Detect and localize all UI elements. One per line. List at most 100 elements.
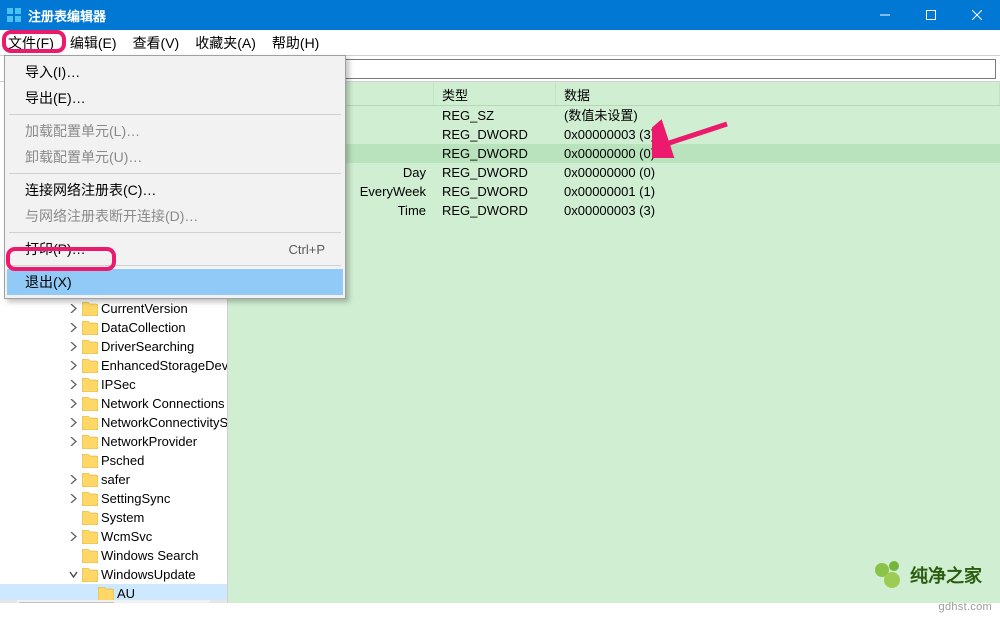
menu-separator: [9, 173, 341, 174]
value-type-cell: REG_DWORD: [434, 125, 556, 144]
folder-icon: [82, 302, 98, 316]
folder-icon: [82, 378, 98, 392]
tree-item-label: SettingSync: [101, 489, 170, 508]
col-type[interactable]: 类型: [434, 82, 556, 105]
tree-item[interactable]: SettingSync: [0, 489, 227, 508]
folder-icon: [82, 511, 98, 525]
tree-item[interactable]: DataCollection: [0, 318, 227, 337]
accelerator-label: Ctrl+P: [289, 242, 325, 257]
folder-icon: [82, 435, 98, 449]
tree-item[interactable]: System: [0, 508, 227, 527]
tree-item[interactable]: IPSec: [0, 375, 227, 394]
tree-item[interactable]: Windows Search: [0, 546, 227, 565]
menu-item-unload-hive: 卸载配置单元(U)…: [7, 144, 343, 170]
folder-icon: [82, 492, 98, 506]
tree-item[interactable]: Network Connections: [0, 394, 227, 413]
close-button[interactable]: [954, 0, 1000, 30]
tree-item-label: NetworkProvider: [101, 432, 197, 451]
menu-file[interactable]: 文件(F): [0, 30, 62, 56]
chevron-right-icon[interactable]: [68, 322, 79, 333]
value-type-cell: REG_DWORD: [434, 182, 556, 201]
tree-item-label: NetworkConnectivityStatusIndicator: [101, 413, 227, 432]
chevron-right-icon[interactable]: [68, 417, 79, 428]
menu-edit[interactable]: 编辑(E): [62, 30, 125, 56]
menu-item-export[interactable]: 导出(E)…: [7, 85, 343, 111]
chevron-right-icon[interactable]: [68, 360, 79, 371]
chevron-down-icon[interactable]: [68, 569, 79, 580]
tree-item-label: DataCollection: [101, 318, 186, 337]
tree-item-label: Psched: [101, 451, 144, 470]
chevron-right-icon[interactable]: [68, 379, 79, 390]
chevron-right-icon[interactable]: [68, 341, 79, 352]
file-menu-dropdown: 导入(I)… 导出(E)… 加载配置单元(L)… 卸载配置单元(U)… 连接网络…: [4, 55, 346, 299]
menu-item-disconnect-network: 与网络注册表断开连接(D)…: [7, 203, 343, 229]
value-data-cell: 0x00000000 (0): [556, 163, 1000, 182]
tree-item[interactable]: safer: [0, 470, 227, 489]
tree-item-label: WindowsUpdate: [101, 565, 196, 584]
menu-item-exit[interactable]: 退出(X): [7, 269, 343, 295]
menu-bar: 文件(F) 编辑(E) 查看(V) 收藏夹(A) 帮助(H): [0, 30, 1000, 56]
menu-separator: [9, 265, 341, 266]
chevron-right-icon[interactable]: [68, 436, 79, 447]
tree-item[interactable]: WindowsUpdate: [0, 565, 227, 584]
minimize-button[interactable]: [862, 0, 908, 30]
tree-item-label: EnhancedStorageDevices: [101, 356, 227, 375]
menu-item-import[interactable]: 导入(I)…: [7, 59, 343, 85]
folder-icon: [82, 454, 98, 468]
tree-item-label: CurrentVersion: [101, 299, 188, 318]
tree-item[interactable]: NetworkProvider: [0, 432, 227, 451]
tree-item-label: DriverSearching: [101, 337, 194, 356]
folder-icon: [82, 397, 98, 411]
tree-item-label: Network Connections: [101, 394, 225, 413]
folder-icon: [82, 340, 98, 354]
maximize-button[interactable]: [908, 0, 954, 30]
value-data-cell: 0x00000001 (1): [556, 182, 1000, 201]
value-type-cell: REG_SZ: [434, 106, 556, 125]
watermark-logo: 纯净之家: [872, 560, 992, 597]
menu-item-load-hive: 加载配置单元(L)…: [7, 118, 343, 144]
col-data[interactable]: 数据: [556, 82, 1000, 105]
menu-separator: [9, 114, 341, 115]
folder-icon: [98, 587, 114, 601]
menu-help[interactable]: 帮助(H): [264, 30, 327, 56]
tree-item[interactable]: DriverSearching: [0, 337, 227, 356]
value-type-cell: REG_DWORD: [434, 163, 556, 182]
value-data-cell: 0x00000000 (0): [556, 144, 1000, 163]
chevron-right-icon[interactable]: [68, 398, 79, 409]
chevron-right-icon[interactable]: [68, 474, 79, 485]
menu-separator: [9, 232, 341, 233]
value-data-cell: (数值未设置): [556, 106, 1000, 125]
tree-item-label: Windows Search: [101, 546, 199, 565]
title-bar: 注册表编辑器: [0, 0, 1000, 30]
menu-item-connect-network[interactable]: 连接网络注册表(C)…: [7, 177, 343, 203]
folder-icon: [82, 530, 98, 544]
value-type-cell: REG_DWORD: [434, 201, 556, 220]
window-title: 注册表编辑器: [28, 6, 106, 25]
svg-text:纯净之家: 纯净之家: [910, 565, 983, 586]
tree-item[interactable]: CurrentVersion: [0, 299, 227, 318]
app-icon: [6, 7, 22, 23]
folder-icon: [82, 473, 98, 487]
menu-item-print[interactable]: 打印(P)…Ctrl+P: [7, 236, 343, 262]
chevron-right-icon[interactable]: [68, 303, 79, 314]
menu-favorites[interactable]: 收藏夹(A): [187, 30, 264, 56]
tree-item-label: WcmSvc: [101, 527, 152, 546]
tree-item-label: IPSec: [101, 375, 136, 394]
folder-icon: [82, 549, 98, 563]
tree-item[interactable]: WcmSvc: [0, 527, 227, 546]
value-type-cell: REG_DWORD: [434, 144, 556, 163]
tree-item[interactable]: NetworkConnectivityStatusIndicator: [0, 413, 227, 432]
folder-icon: [82, 359, 98, 373]
value-data-cell: 0x00000003 (3): [556, 125, 1000, 144]
folder-icon: [82, 416, 98, 430]
tree-item[interactable]: EnhancedStorageDevices: [0, 356, 227, 375]
value-data-cell: 0x00000003 (3): [556, 201, 1000, 220]
folder-icon: [82, 321, 98, 335]
folder-icon: [82, 568, 98, 582]
chevron-right-icon[interactable]: [68, 531, 79, 542]
tree-item-label: safer: [101, 470, 130, 489]
menu-view[interactable]: 查看(V): [125, 30, 188, 56]
chevron-right-icon[interactable]: [68, 493, 79, 504]
tree-item-label: System: [101, 508, 144, 527]
tree-item[interactable]: Psched: [0, 451, 227, 470]
